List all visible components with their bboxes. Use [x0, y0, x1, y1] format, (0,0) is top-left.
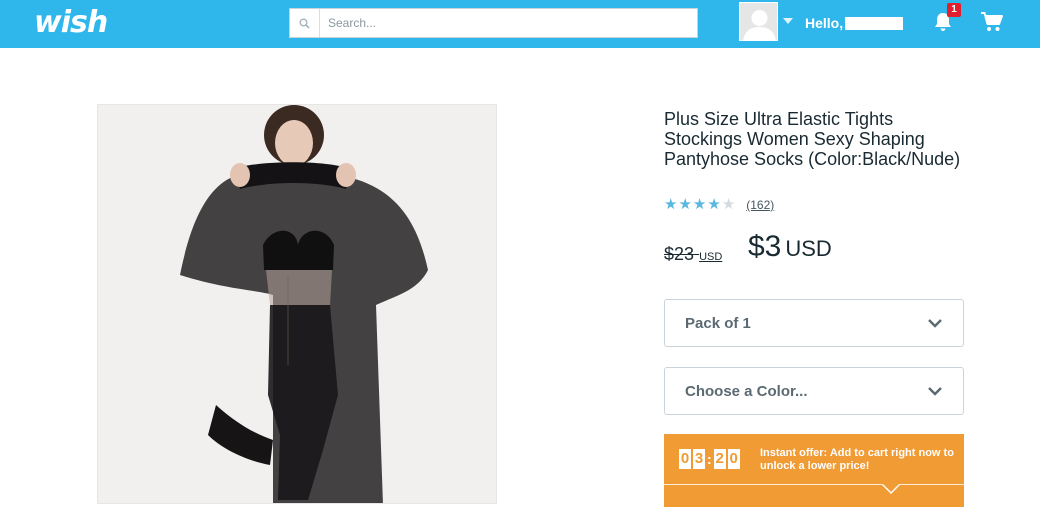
timer-digit: 2: [713, 449, 726, 469]
notification-badge: 1: [947, 3, 961, 17]
original-price-currency: USD: [699, 251, 723, 263]
avatar[interactable]: [739, 2, 778, 41]
star-icon: ★: [692, 196, 707, 213]
pack-size-label: Pack of 1: [685, 314, 751, 332]
search-bar: [289, 8, 698, 38]
logo-text: wish: [34, 5, 108, 40]
product-rating: ★ ★ ★ ★ ★ (162): [664, 197, 774, 213]
greeting-text: Hello,: [805, 15, 844, 31]
pack-size-dropdown[interactable]: Pack of 1: [664, 299, 964, 347]
color-label: Choose a Color...: [685, 382, 808, 400]
star-rating: ★ ★ ★ ★ ★: [664, 197, 736, 213]
chevron-down-icon[interactable]: [783, 18, 793, 24]
search-input[interactable]: [320, 9, 697, 37]
sale-price: $3 USD: [748, 230, 832, 264]
color-dropdown[interactable]: Choose a Color...: [664, 367, 964, 415]
product-title: Plus Size Ultra Elastic Tights Stockings…: [664, 109, 961, 169]
timer-digit: 0: [679, 449, 691, 469]
top-navigation-bar: wish Hello, 1: [0, 0, 1040, 48]
review-count-link[interactable]: (162): [746, 198, 774, 212]
chevron-down-icon: [928, 319, 942, 328]
search-icon[interactable]: [290, 9, 320, 37]
cart-icon[interactable]: [980, 11, 1004, 33]
star-icon: ★: [721, 196, 736, 213]
star-icon: ★: [664, 196, 678, 213]
star-icon: ★: [707, 196, 721, 213]
offer-pointer-inner: [883, 484, 899, 492]
star-icon: ★: [678, 196, 692, 213]
original-price-value: $23: [664, 244, 695, 264]
original-price: $23 USD: [664, 244, 722, 265]
chevron-down-icon: [928, 387, 942, 396]
instant-offer-banner[interactable]: 0 3 : 2 0 Instant offer: Add to cart rig…: [664, 434, 964, 507]
timer-separator: :: [707, 451, 712, 467]
redacted-username: [845, 17, 904, 30]
wish-logo[interactable]: wish: [34, 5, 108, 40]
instant-offer-text: Instant offer: Add to cart right now to …: [760, 447, 954, 472]
timer-digit: 0: [727, 449, 740, 469]
countdown-timer: 0 3 : 2 0: [679, 449, 742, 469]
offer-divider: [664, 484, 964, 485]
product-image[interactable]: [97, 104, 497, 504]
user-greeting[interactable]: Hello,: [805, 15, 904, 31]
sale-price-value: $3: [748, 230, 782, 263]
timer-digit: 3: [693, 449, 705, 469]
sale-price-currency: USD: [785, 236, 832, 261]
